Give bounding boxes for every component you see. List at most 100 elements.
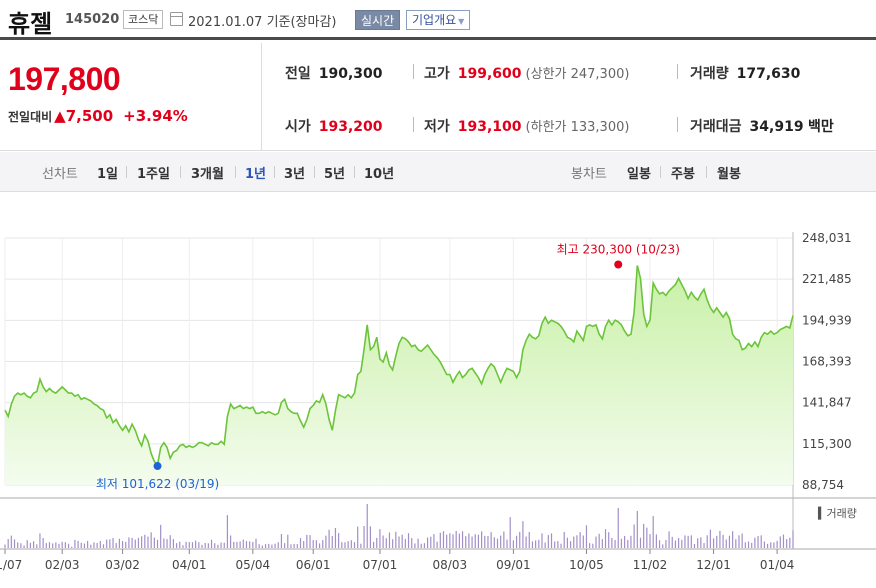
volume-bar <box>439 532 441 548</box>
volume-bar <box>779 536 781 548</box>
period-1d[interactable]: 1일 <box>97 163 118 182</box>
volume-bar <box>264 544 267 548</box>
volume-bar <box>423 543 426 548</box>
change-label: 전일대비 <box>8 110 53 124</box>
volume-bar <box>39 533 41 548</box>
volume-bar <box>522 521 524 548</box>
volume-bar <box>106 539 108 548</box>
volume-bar <box>357 526 359 548</box>
volume-bar <box>515 535 518 548</box>
open-value: 193,200 <box>318 119 383 135</box>
volume-bar <box>287 534 289 548</box>
volume-bar <box>109 539 111 548</box>
volume-bar <box>452 534 454 548</box>
volume-bar <box>376 537 378 548</box>
period-3y[interactable]: 3년 <box>284 163 305 182</box>
volume-bar <box>341 542 343 548</box>
volume-bar <box>137 537 140 548</box>
volume-bar <box>182 545 184 548</box>
high-label: 고가 <box>424 66 450 82</box>
low-label: 저가 <box>424 119 450 135</box>
volume-bar <box>195 540 197 548</box>
volume-bar <box>627 540 629 548</box>
volume-bar <box>782 534 785 548</box>
volume-bar <box>353 542 356 548</box>
volume-bar <box>477 534 480 548</box>
period-10y[interactable]: 10년 <box>364 163 394 182</box>
volume-bar <box>458 533 460 548</box>
up-triangle-icon: ▲ <box>54 107 66 125</box>
base-date: 2021.01.07 기준(장마감) <box>188 15 337 30</box>
volume-bar <box>712 538 715 548</box>
period-3m[interactable]: 3개월 <box>191 163 224 182</box>
candle-monthly[interactable]: 월봉 <box>717 163 741 182</box>
volume-bar <box>471 536 473 548</box>
company-overview-button[interactable]: 기업개요 ▼ <box>406 10 471 30</box>
volume-bar <box>763 541 766 548</box>
volume-bar <box>484 535 486 548</box>
caret-down-icon: ▼ <box>458 17 465 26</box>
volume-bar <box>620 538 623 548</box>
company-overview-label: 기업개요 <box>412 13 457 27</box>
volume-bar <box>229 535 232 548</box>
volume-bar <box>4 544 6 548</box>
change-percent: +3.94% <box>123 107 188 125</box>
volume-bar <box>55 542 57 548</box>
realtime-button[interactable]: 실시간 <box>355 10 401 30</box>
volume-bar <box>506 539 508 548</box>
volume-bar <box>678 538 680 548</box>
volume-bar <box>131 537 133 548</box>
volume-bar <box>636 510 638 548</box>
period-5y[interactable]: 5년 <box>324 163 345 182</box>
volume-bar <box>474 534 476 548</box>
volume-bar <box>252 541 254 548</box>
amount-unit: 백만 <box>808 119 834 135</box>
volume-bar <box>468 533 470 548</box>
volume-bar <box>665 540 667 548</box>
divider <box>354 166 355 178</box>
volume-bar <box>554 541 556 548</box>
volume-bar <box>366 504 368 548</box>
volume-bar <box>67 543 70 548</box>
volume-bar <box>150 532 152 548</box>
volume-bar <box>125 541 127 548</box>
volume-bar <box>188 542 190 548</box>
volume-bar <box>709 529 711 548</box>
volume-bar <box>347 541 349 548</box>
volume-bar <box>754 537 756 548</box>
volume-bar <box>207 543 209 548</box>
volume-bar <box>115 543 117 548</box>
x-axis: 01/07 02/03 03/02 04/01 05/04 06/01 07/01 08/03… <box>0 549 794 572</box>
volume-bar <box>128 537 130 548</box>
low-cell: 저가 193,100 (하한가 133,300) <box>424 116 629 136</box>
y-axis: 248,031 221,485 194,939 168,393 141,847 115,3… <box>802 231 852 492</box>
volume-bar <box>547 535 549 548</box>
volume-bar <box>623 536 626 548</box>
volume-bar <box>598 533 600 548</box>
candle-daily[interactable]: 일봉 <box>627 163 651 182</box>
change-row: 전일대비 ▲7,500 +3.94% <box>8 107 188 125</box>
candle-weekly[interactable]: 주봉 <box>671 163 695 182</box>
volume-bar <box>255 538 257 548</box>
volume-bar <box>325 535 327 548</box>
volume-bar <box>541 533 543 548</box>
volume-bar <box>446 534 448 548</box>
x-tick-label: 05/04 <box>236 558 271 572</box>
volume-bar <box>45 543 47 548</box>
volume-bar <box>156 539 159 548</box>
volume-bar <box>414 543 416 548</box>
period-1w[interactable]: 1주일 <box>137 163 170 182</box>
volume-bar <box>277 542 279 548</box>
volume-bar <box>226 515 229 548</box>
volume-bar <box>503 531 505 548</box>
change-value: 7,500 <box>65 107 114 125</box>
volume-bar <box>706 535 708 548</box>
volume-bar <box>430 536 432 548</box>
volume-bar <box>102 544 105 548</box>
divider <box>314 166 315 178</box>
volume-bar <box>725 539 727 548</box>
y-tick-label: 248,031 <box>802 231 852 245</box>
divider <box>660 166 661 178</box>
x-tick-label: 10/05 <box>569 558 604 572</box>
period-1y[interactable]: 1년 <box>245 163 266 182</box>
